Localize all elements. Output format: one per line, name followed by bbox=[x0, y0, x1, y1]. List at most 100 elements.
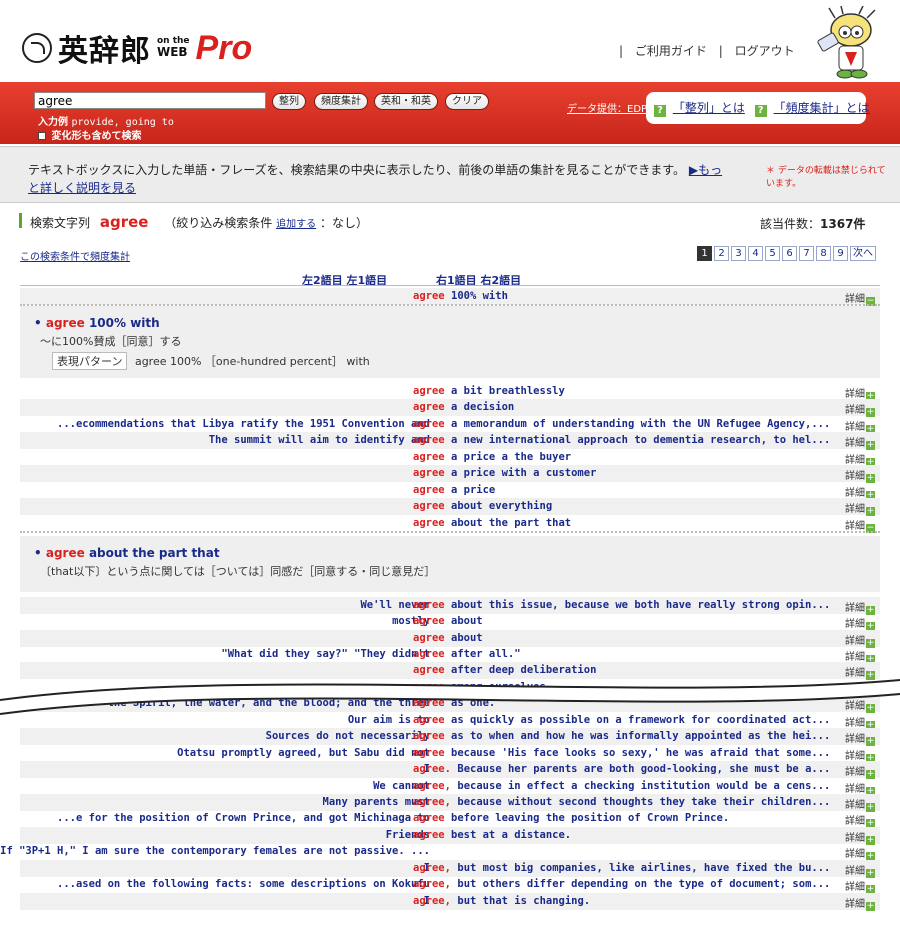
search-input[interactable] bbox=[34, 92, 266, 109]
kwic-row: ...ecommendations that Libya ratify the … bbox=[20, 416, 880, 434]
logout-link[interactable]: ログアウト bbox=[735, 44, 795, 58]
logo-name: 英辞郎 bbox=[58, 34, 151, 69]
detail-link[interactable]: 詳細+ bbox=[845, 467, 875, 483]
keyword: agree bbox=[413, 484, 445, 496]
kwic-row: ...e for the position of Crown Prince, a… bbox=[20, 810, 880, 828]
clear-button[interactable]: クリア bbox=[445, 93, 489, 110]
add-filter-link[interactable]: 追加する bbox=[276, 219, 316, 230]
detail-link[interactable]: 詳細+ bbox=[845, 730, 875, 746]
entry-title: • agree about the part that bbox=[34, 546, 220, 560]
kwic-row: Friends agree best at a distance. 詳細 + bbox=[20, 827, 880, 845]
entry-meaning: 〔that以下〕という点に関しては［ついては］同感だ［同意する・同じ意見だ］ bbox=[40, 565, 436, 578]
entry-phrase: 100% with bbox=[88, 316, 160, 330]
right-context: because 'His face looks so sexy,' he was… bbox=[451, 747, 831, 759]
eijiro-logo[interactable]: 英辞郎 on the WEB Pro bbox=[22, 26, 252, 70]
keyword: agree bbox=[413, 385, 445, 397]
inflection-checkbox[interactable]: 変化形も含めて検索 bbox=[38, 127, 141, 142]
inflection-checkbox-label: 変化形も含めて検索 bbox=[51, 131, 142, 142]
keyword: agree, bbox=[413, 796, 451, 808]
page-link[interactable]: 5 bbox=[765, 246, 780, 261]
page-link[interactable]: 7 bbox=[799, 246, 814, 261]
keyword: agree, bbox=[413, 895, 451, 907]
search-string-row: 検索文字列 agree （絞り込み検索条件 追加する ：なし） bbox=[22, 213, 368, 231]
page-break-tear bbox=[0, 679, 900, 715]
detail-label: 詳細 bbox=[845, 882, 865, 893]
right-context: about bbox=[451, 615, 483, 627]
top-links: | ご利用ガイド | ログアウト bbox=[615, 42, 799, 59]
en-ja-button[interactable]: 英和・和英 bbox=[374, 93, 438, 110]
entry-keyword: agree bbox=[45, 546, 85, 560]
pattern-tag: 表現パターン bbox=[52, 352, 128, 370]
search-term: agree bbox=[99, 213, 149, 231]
detail-link[interactable]: 詳細+ bbox=[845, 845, 875, 861]
kwic-row: Iagree, but that is changing. 詳細 + bbox=[20, 893, 880, 911]
kwic-row: We'll never agree about this issue, becaus… bbox=[20, 597, 880, 615]
kwic-row: agree about everything 詳細 + bbox=[20, 498, 880, 516]
pattern-text: agree 100% ［one-hundred percent］ with bbox=[134, 355, 370, 368]
detail-link[interactable]: 詳細+ bbox=[845, 434, 875, 450]
kwic-row: agree a price 詳細 + bbox=[20, 482, 880, 500]
right-context: best at a distance. bbox=[451, 829, 572, 841]
detail-link[interactable]: 詳細+ bbox=[845, 895, 875, 911]
logo-pro: Pro bbox=[195, 28, 253, 67]
detail-label: 詳細 bbox=[845, 899, 865, 910]
left-context: ...ased on the following facts: some des… bbox=[57, 878, 430, 890]
kwic-row: agree a decision 詳細 + bbox=[20, 399, 880, 417]
detail-link[interactable]: 詳細+ bbox=[845, 500, 875, 516]
kwic-row: Many parents must agree, because without s… bbox=[20, 794, 880, 812]
keyword: agree bbox=[413, 730, 445, 742]
kwic-row: mostly agree about 詳細 + bbox=[20, 613, 880, 631]
entry-detail-about-the-part-that: • agree about the part that 〔that以下〕という点… bbox=[20, 536, 880, 592]
right-context: a price bbox=[451, 484, 496, 496]
right-context: because in effect a checking institution… bbox=[457, 780, 831, 792]
page-link[interactable]: 2 bbox=[714, 246, 729, 261]
page-1-current[interactable]: 1 bbox=[697, 246, 712, 261]
left-context: Otatsu promptly agreed, but Sabu did not bbox=[177, 747, 430, 759]
page-link[interactable]: 6 bbox=[782, 246, 797, 261]
detail-label: 詳細 bbox=[845, 734, 865, 745]
page-link[interactable]: 9 bbox=[833, 246, 848, 261]
detail-link[interactable]: 詳細+ bbox=[845, 878, 875, 894]
page-link[interactable]: 次へ bbox=[850, 246, 876, 261]
question-icon: ? bbox=[754, 105, 767, 117]
page-link[interactable]: 4 bbox=[748, 246, 763, 261]
logo-on-the-web: on the WEB bbox=[157, 37, 190, 59]
detail-link[interactable]: 詳細+ bbox=[845, 401, 875, 417]
frequency-count-link[interactable]: この検索条件で頻度集計 bbox=[20, 248, 130, 263]
checkbox-icon[interactable] bbox=[38, 132, 46, 140]
frequency-button[interactable]: 頻度集計 bbox=[314, 93, 368, 110]
data-provider-link[interactable]: データ提供：EDP bbox=[567, 100, 647, 115]
left-context: "What did they say?" "They didn't bbox=[221, 648, 430, 660]
right-context: as to when and how he was informally app… bbox=[451, 730, 831, 742]
right-context: about the part that bbox=[451, 517, 572, 529]
page-link[interactable]: 3 bbox=[731, 246, 746, 261]
detail-link[interactable]: 詳細+ bbox=[845, 812, 875, 828]
expand-icon[interactable]: + bbox=[866, 902, 875, 911]
kwic-row: Iagree, but most big companies, like airl… bbox=[20, 860, 880, 878]
align-help-link[interactable]: 「整列」とは bbox=[673, 101, 745, 115]
right-context: about everything bbox=[451, 500, 553, 512]
detail-label: 詳細 bbox=[845, 849, 865, 860]
detail-label: 詳細 bbox=[845, 816, 865, 827]
keyword: agree bbox=[413, 829, 445, 841]
info-text: テキストボックスに入力した単語・フレーズを、検索結果の中央に表示したり、前後の単… bbox=[28, 161, 728, 197]
detail-link[interactable]: 詳細+ bbox=[845, 763, 875, 779]
kwic-row: Sources do not necessarily agree as to whe… bbox=[20, 728, 880, 746]
right-context: after all." bbox=[451, 648, 521, 660]
detail-link[interactable]: 詳細+ bbox=[845, 615, 875, 631]
right-context: but others differ depending on the type … bbox=[457, 878, 831, 890]
left-context: Sources do not necessarily bbox=[265, 730, 430, 742]
page-link[interactable]: 8 bbox=[816, 246, 831, 261]
keyword: agree bbox=[413, 418, 445, 430]
keyword: agree bbox=[413, 290, 445, 302]
copyright-notice: ＊ データの転載は禁じられています。 bbox=[766, 166, 886, 189]
kwic-row: agree about 詳細 + bbox=[20, 630, 880, 648]
frequency-help-link[interactable]: 「頻度集計」とは bbox=[774, 101, 870, 115]
align-button[interactable]: 整列 bbox=[272, 93, 306, 110]
keyword: agree bbox=[413, 500, 445, 512]
header-divider bbox=[20, 285, 880, 286]
guide-link[interactable]: ご利用ガイド bbox=[635, 44, 707, 58]
search-string-label: 検索文字列 bbox=[30, 216, 91, 230]
entry-keyword: agree bbox=[45, 316, 85, 330]
keyword: agree bbox=[413, 812, 445, 824]
